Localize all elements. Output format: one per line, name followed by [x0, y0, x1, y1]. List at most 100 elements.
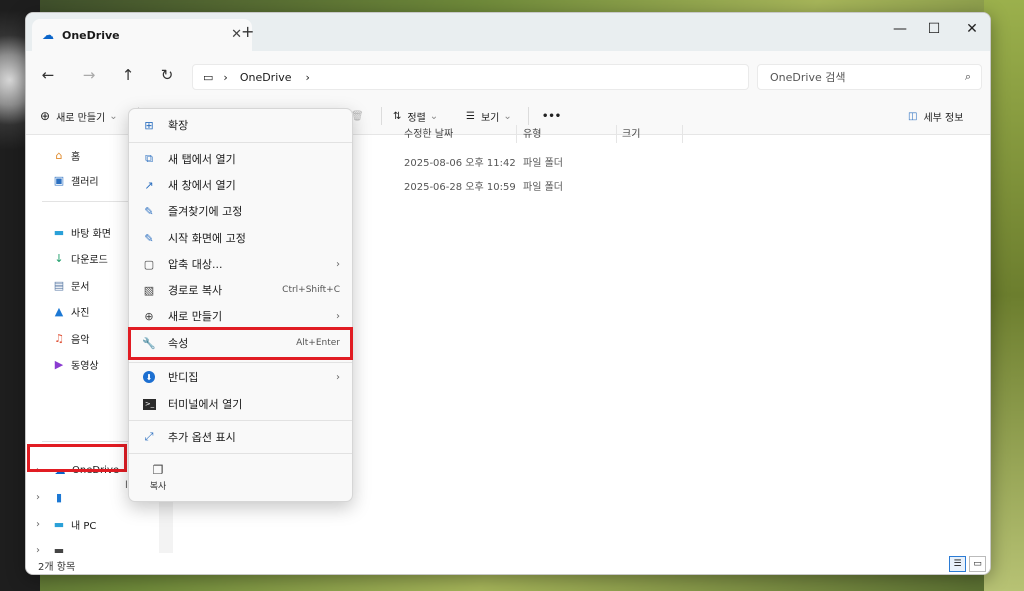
menu-divider — [129, 420, 352, 421]
column-divider[interactable] — [616, 125, 617, 143]
row-type[interactable]: 파일 폴더 — [523, 178, 563, 193]
tab-onedrive[interactable]: ☁ OneDrive ✕ — [32, 19, 252, 51]
expand-chevron-icon[interactable]: › — [36, 519, 40, 530]
address-row: ← → ↑ ↻ ▭ › OneDrive › OneDrive 검색 ⌕ — [26, 51, 990, 97]
menu-divider — [129, 362, 352, 363]
view-icon: ☰ — [466, 110, 475, 122]
view-label: 보기 — [480, 112, 500, 124]
tiles-view-icon[interactable]: ▭ — [969, 556, 986, 572]
menu-divider — [129, 142, 352, 143]
details-pane-button[interactable]: ◫ 세부 정보 — [908, 106, 963, 126]
submenu-arrow-icon: › — [336, 258, 340, 270]
new-button-label: 새로 만들기 — [56, 112, 106, 124]
pin-start-icon: ✎ — [144, 231, 154, 245]
menu-item-label: 즐겨찾기에 고정 — [168, 205, 243, 218]
sidebar-item-documents[interactable]: ▤ 문서 — [52, 275, 90, 295]
tab-title: OneDrive — [62, 28, 120, 42]
sidebar-item-downloads[interactable]: ↓ 다운로드 — [52, 248, 108, 268]
refresh-button[interactable]: ↻ — [157, 65, 177, 85]
sidebar-item-phone[interactable]: ▮ — [52, 487, 71, 507]
context-menu: ⊞ 확장 ⧉ 새 탭에서 열기 ↗ 새 창에서 열기 ✎ 즐겨찾기에 고정 ✎ … — [128, 108, 353, 502]
music-icon: ♫ — [54, 331, 64, 345]
menu-item-compress[interactable]: ▢ 압축 대상... › — [133, 252, 350, 276]
menu-item-bandizip[interactable]: ⬇ 반디집 › — [133, 365, 350, 389]
new-icon: ⊕ — [144, 309, 154, 323]
menu-item-new[interactable]: ⊕ 새로 만들기 › — [133, 304, 350, 328]
column-header-type[interactable]: 유형 — [523, 125, 541, 143]
sidebar-item-label: 홈 — [71, 151, 81, 163]
row-type[interactable]: 파일 폴더 — [523, 154, 563, 169]
sidebar-item-label: 동영상 — [71, 360, 99, 372]
view-button[interactable]: ☰ 보기 ⌄ — [466, 106, 512, 126]
minimize-button[interactable]: — — [882, 17, 918, 41]
column-divider[interactable] — [682, 125, 683, 143]
new-button[interactable]: ⊕ 새로 만들기 ⌄ — [40, 106, 118, 126]
highlight-onedrive — [27, 444, 127, 472]
back-button[interactable]: ← — [38, 65, 58, 85]
sidebar-item-this-pc[interactable]: ▬ 내 PC — [52, 514, 97, 534]
sidebar-item-label: 사진 — [71, 307, 90, 319]
menu-item-open-new-window[interactable]: ↗ 새 창에서 열기 — [133, 173, 350, 197]
more-options-icon: ⤢ — [144, 430, 154, 443]
menu-item-open-terminal[interactable]: >_ 터미널에서 열기 — [133, 392, 350, 416]
new-tab-button[interactable]: + — [241, 22, 254, 41]
copy-path-icon: ▧ — [143, 283, 155, 297]
search-input[interactable]: OneDrive 검색 ⌕ — [757, 64, 982, 90]
address-bar[interactable]: ▭ › OneDrive › — [192, 64, 749, 90]
sort-icon: ⇅ — [393, 110, 402, 122]
sidebar-item-music[interactable]: ♫ 음악 — [52, 328, 89, 348]
toolbar-divider — [381, 107, 382, 125]
submenu-arrow-icon: › — [336, 371, 340, 383]
details-view-icon[interactable]: ☰ — [949, 556, 966, 572]
up-button[interactable]: ↑ — [118, 65, 138, 85]
sidebar-item-videos[interactable]: ▶ 동영상 — [52, 354, 99, 374]
menu-item-label: 새로 만들기 — [168, 310, 223, 323]
item-count: 2개 항목 — [38, 562, 76, 573]
sidebar-item-desktop[interactable]: ▬ 바탕 화면 — [52, 222, 111, 242]
search-icon: ⌕ — [964, 70, 971, 83]
sidebar-item-label: 내 PC — [71, 520, 97, 532]
pc-icon: ▬ — [53, 517, 65, 531]
onedrive-cloud-icon: ☁ — [42, 28, 54, 42]
menu-copy-button[interactable]: ❐ 복사 — [143, 463, 173, 497]
sidebar-item-gallery[interactable]: ▣ 갤러리 — [52, 170, 99, 190]
sort-button[interactable]: ⇅ 정렬 ⌄ — [393, 106, 438, 126]
details-pane-icon: ◫ — [908, 110, 918, 122]
menu-item-label: 확장 — [168, 119, 189, 132]
terminal-icon: >_ — [143, 398, 156, 410]
column-divider[interactable] — [516, 125, 517, 143]
menu-item-label: 압축 대상... — [168, 258, 223, 271]
maximize-button[interactable]: ☐ — [916, 17, 952, 41]
more-options-button[interactable]: ••• — [542, 106, 561, 126]
row-modified[interactable]: 2025-06-28 오후 10:59 — [404, 178, 516, 193]
sidebar-item-label: 다운로드 — [71, 254, 108, 266]
menu-item-pin-start[interactable]: ✎ 시작 화면에 고정 — [133, 226, 350, 250]
menu-item-copy-path[interactable]: ▧ 경로로 복사 Ctrl+Shift+C — [133, 278, 350, 302]
column-header-modified[interactable]: 수정한 날짜 — [404, 125, 453, 143]
toolbar-divider — [528, 107, 529, 125]
menu-item-open-new-tab[interactable]: ⧉ 새 탭에서 열기 — [133, 147, 350, 171]
highlight-properties — [128, 327, 353, 360]
status-bar: 2개 항목 ☰ ▭ — [26, 553, 990, 574]
breadcrumb-separator[interactable]: › — [223, 71, 227, 84]
menu-item-label: 추가 옵션 표시 — [168, 431, 236, 444]
menu-shortcut: Ctrl+Shift+C — [282, 285, 340, 295]
breadcrumb-chevron[interactable]: › — [306, 71, 310, 84]
menu-item-more-options[interactable]: ⤢ 추가 옵션 표시 — [133, 425, 350, 449]
close-window-button[interactable]: ✕ — [954, 17, 990, 41]
forward-button[interactable]: → — [79, 65, 99, 85]
breadcrumb-onedrive[interactable]: OneDrive — [240, 71, 292, 84]
phone-icon: ▮ — [55, 490, 63, 504]
chevron-down-icon: ⌄ — [429, 110, 439, 122]
gallery-icon: ▣ — [53, 173, 65, 187]
expand-chevron-icon[interactable]: › — [36, 492, 40, 503]
menu-item-label: 시작 화면에 고정 — [168, 232, 246, 245]
menu-item-expand[interactable]: ⊞ 확장 — [133, 113, 350, 137]
row-modified[interactable]: 2025-08-06 오후 11:42 — [404, 154, 516, 169]
sidebar-item-home[interactable]: ⌂ 홈 — [52, 145, 81, 165]
monitor-icon: ▭ — [203, 70, 214, 84]
menu-item-label: 새 창에서 열기 — [168, 179, 236, 192]
sidebar-item-pictures[interactable]: ▲ 사진 — [52, 301, 90, 321]
menu-item-pin-favorites[interactable]: ✎ 즐겨찾기에 고정 — [133, 199, 350, 223]
column-header-size[interactable]: 크기 — [622, 125, 640, 143]
